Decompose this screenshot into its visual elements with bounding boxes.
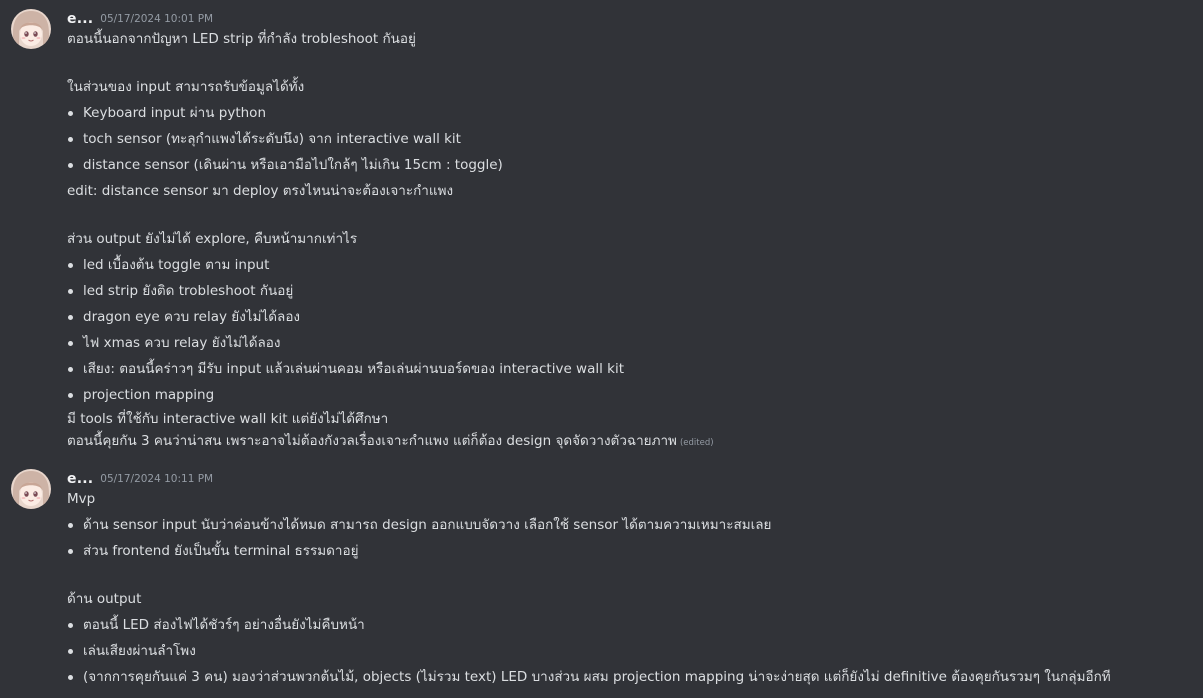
list-item: ไฟ xmas ควบ relay ยังไม่ได้ลอง [67, 330, 1197, 356]
list-item: distance sensor (เดินผ่าน หรือเอามือไปใก… [67, 152, 1197, 178]
message-line: ส่วน output ยังไม่ได้ explore, คืบหน้ามา… [67, 231, 358, 247]
message-text: ตอนนี้คุยกัน 3 คนว่าน่าสน เพราะอาจไม่ต้อ… [67, 433, 677, 449]
username[interactable]: e... [67, 471, 93, 487]
message-line: ตอนนี้คุยกัน 3 คนว่าน่าสน เพราะอาจไม่ต้อ… [67, 430, 1197, 454]
timestamp: 05/17/2024 10:01 PM [100, 13, 214, 25]
message-line: Mvp [67, 491, 96, 507]
list-item: dragon eye ควบ relay ยังไม่ได้ลอง [67, 304, 1197, 330]
message: e... 05/17/2024 10:11 PM Mvp ด้าน sensor … [0, 462, 1203, 698]
message-line: edit: distance sensor มา deploy ตรงไหนน่… [67, 183, 454, 199]
message-header: e... 05/17/2024 10:11 PM [67, 468, 213, 488]
list-item: led strip ยังติด trobleshoot กันอยู่ [67, 278, 1197, 304]
message-content: ตอนนี้นอกจากปัญหา LED strip ที่กำลัง tro… [67, 26, 1197, 454]
message: e... 05/17/2024 10:01 PM ตอนนี้นอกจากปัญห… [0, 0, 1203, 450]
list-item: toch sensor (ทะลุกำแพงได้ระดับนึง) จาก i… [67, 126, 1197, 152]
message-line: ในส่วนของ input สามารถรับข้อมูลได้ทั้ง [67, 79, 305, 95]
message-line: ตอนนี้นอกจากปัญหา LED strip ที่กำลัง tro… [67, 31, 416, 47]
list-item: เล่นเสียงผ่านลำโพง [67, 638, 1197, 664]
timestamp: 05/17/2024 10:11 PM [100, 473, 214, 485]
list-item: ส่วน frontend ยังเป็นขั้น terminal ธรรมด… [67, 538, 1197, 564]
message-line: มี tools ที่ใช้กับ interactive wall kit … [67, 411, 389, 427]
username[interactable]: e... [67, 11, 93, 27]
edited-label: (edited) [679, 438, 714, 448]
message-header: e... 05/17/2024 10:01 PM [67, 8, 213, 28]
list-item: projection mapping [67, 382, 1197, 408]
message-line: ด้าน output [67, 591, 142, 607]
list-item: เสียง: ตอนนี้คร่าวๆ มีรับ input แล้วเล่น… [67, 356, 1197, 382]
list-item: ด้าน sensor input นับว่าค่อนข้างได้หมด ส… [67, 512, 1197, 538]
list-item: Keyboard input ผ่าน python [67, 100, 1197, 126]
list-item: (จากการคุยกันแค่ 3 คน) มองว่าส่วนพวกต้นไ… [67, 664, 1197, 690]
list-item: led เบื้องต้น toggle ตาม input [67, 252, 1197, 278]
list-item: ตอนนี้ LED ส่องไฟได้ชัวร์ๆ อย่างอื่นยังไ… [67, 612, 1197, 638]
user-avatar[interactable] [11, 469, 51, 509]
user-avatar[interactable] [11, 9, 51, 49]
message-content: Mvp ด้าน sensor input นับว่าค่อนข้างได้ห… [67, 486, 1197, 690]
